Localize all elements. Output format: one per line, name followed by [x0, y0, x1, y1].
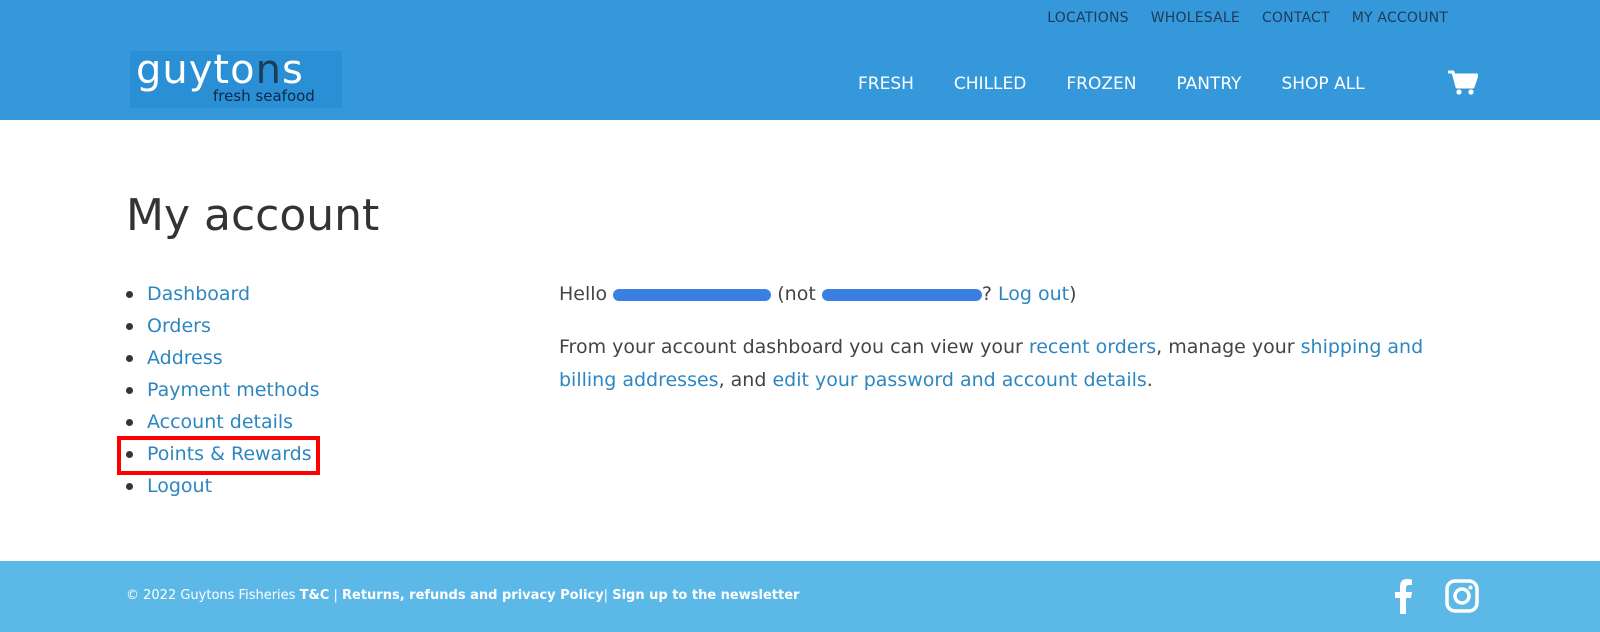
intro-and: , and — [718, 369, 767, 391]
bullet-icon — [126, 482, 133, 490]
instagram-icon[interactable] — [1445, 579, 1479, 613]
top-nav-wholesale[interactable]: WHOLESALE — [1151, 10, 1240, 26]
account-nav-dashboard[interactable]: Dashboard — [147, 283, 250, 305]
account-nav-item-account-details: Account details — [126, 406, 320, 438]
edit-account-link[interactable]: edit your password and account details — [772, 369, 1146, 391]
top-nav-contact[interactable]: CONTACT — [1262, 10, 1330, 26]
footer-sep-2: | — [603, 588, 609, 603]
bullet-icon — [126, 418, 133, 426]
greeting-question: ? — [981, 283, 992, 305]
bullet-icon — [126, 322, 133, 330]
site-logo[interactable]: guytons fresh seafood — [130, 47, 342, 108]
account-nav-account-details[interactable]: Account details — [147, 411, 293, 433]
footer-newsletter-link[interactable]: Sign up to the newsletter — [612, 588, 799, 603]
redacted-username-2 — [821, 288, 982, 301]
main-nav: FRESH CHILLED FROZEN PANTRY SHOP ALL — [858, 74, 1405, 94]
greeting-not: (not — [777, 283, 816, 305]
account-nav-item-orders: Orders — [126, 310, 320, 342]
account-nav-logout[interactable]: Logout — [147, 475, 212, 497]
footer-sep-1: | — [333, 588, 338, 603]
intro-manage: , manage your — [1156, 336, 1295, 358]
dashboard-intro: From your account dashboard you can view… — [559, 331, 1479, 397]
account-nav-address[interactable]: Address — [147, 347, 223, 369]
redacted-username — [613, 288, 772, 301]
facebook-icon[interactable] — [1392, 578, 1414, 614]
footer-text: © 2022 Guytons Fisheries T&C | Returns, … — [126, 588, 799, 603]
top-nav-locations[interactable]: LOCATIONS — [1047, 10, 1128, 26]
account-nav-item-address: Address — [126, 342, 320, 374]
logout-link[interactable]: Log out — [998, 283, 1069, 305]
intro-period: . — [1146, 369, 1153, 391]
account-nav-item-dashboard: Dashboard — [126, 278, 320, 310]
greeting-hello: Hello — [559, 283, 608, 305]
greeting: Hello (not ? Log out) — [559, 278, 1479, 311]
top-nav: LOCATIONS WHOLESALE CONTACT MY ACCOUNT — [1047, 10, 1448, 26]
footer-returns-link[interactable]: Returns, refunds and privacy Policy — [342, 588, 604, 603]
logo-tagline: fresh seafood — [213, 87, 315, 105]
main-nav-frozen[interactable]: FROZEN — [1066, 74, 1136, 94]
bullet-icon — [126, 290, 133, 298]
account-nav-item-payment-methods: Payment methods — [126, 374, 320, 406]
main-nav-shop-all[interactable]: SHOP ALL — [1281, 74, 1364, 94]
highlight-annotation — [117, 436, 320, 475]
account-nav-payment-methods[interactable]: Payment methods — [147, 379, 320, 401]
footer-copyright: © 2022 Guytons Fisheries — [126, 588, 296, 603]
greeting-close: ) — [1069, 283, 1077, 305]
top-nav-my-account[interactable]: MY ACCOUNT — [1352, 10, 1448, 26]
bullet-icon — [126, 354, 133, 362]
site-footer: © 2022 Guytons Fisheries T&C | Returns, … — [0, 561, 1600, 632]
page-title: My account — [126, 190, 380, 241]
cart-icon[interactable] — [1448, 70, 1478, 96]
dashboard-content: Hello (not ? Log out) From your account … — [559, 278, 1479, 417]
bullet-icon — [126, 386, 133, 394]
main-nav-fresh[interactable]: FRESH — [858, 74, 914, 94]
main-nav-chilled[interactable]: CHILLED — [954, 74, 1026, 94]
main-nav-pantry[interactable]: PANTRY — [1176, 74, 1241, 94]
footer-tc-link[interactable]: T&C — [300, 588, 330, 603]
account-nav-orders[interactable]: Orders — [147, 315, 211, 337]
recent-orders-link[interactable]: recent orders — [1029, 336, 1156, 358]
site-header: LOCATIONS WHOLESALE CONTACT MY ACCOUNT g… — [0, 0, 1600, 120]
intro-text: From your account dashboard you can view… — [559, 336, 1023, 358]
